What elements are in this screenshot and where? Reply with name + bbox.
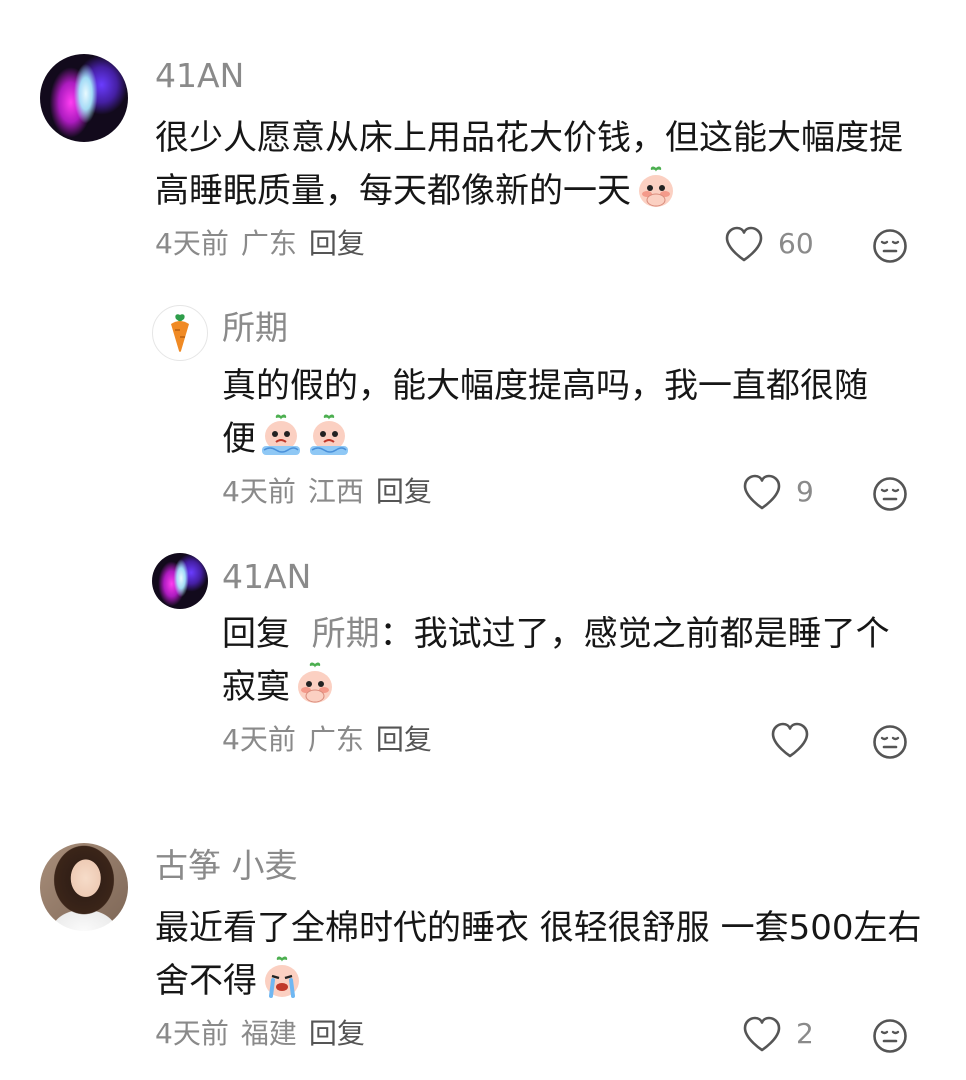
comment-location: 广东 xyxy=(240,227,297,260)
comment-text: 很少人愿意从床上用品花大价钱，但这能大幅度提高睡眠质量，每天都像新的一天 xyxy=(155,118,903,211)
comment-text: 真的假的，能大幅度提高吗，我一直都很随便 xyxy=(222,366,868,459)
heart-icon xyxy=(771,722,809,758)
dislike-icon[interactable] xyxy=(872,476,908,512)
dislike-icon[interactable] xyxy=(872,724,908,760)
reply-button[interactable]: 回复 xyxy=(376,723,432,756)
like-count: 2 xyxy=(796,1017,814,1050)
heart-icon xyxy=(743,474,781,510)
reply-prefix: 回复 xyxy=(222,614,290,654)
carrot-icon xyxy=(171,314,189,352)
peach-cry-emoji xyxy=(310,414,348,455)
peach-sob-emoji xyxy=(265,956,299,998)
user-avatar[interactable] xyxy=(40,843,128,931)
peach-cry-emoji xyxy=(262,414,300,455)
username[interactable]: 41AN xyxy=(222,557,311,597)
comment-time: 4天前 xyxy=(222,475,296,508)
comment-text: 回复 所期：我试过了，感觉之前都是睡了个寂寞 xyxy=(222,614,890,707)
mention-link[interactable]: 所期 xyxy=(312,614,380,654)
reply-button[interactable]: 回复 xyxy=(376,475,432,508)
reply-button[interactable]: 回复 xyxy=(309,227,365,260)
like-button[interactable]: 2 xyxy=(742,1014,814,1054)
heart-icon xyxy=(743,1016,781,1052)
comment-meta: 4天前 福建 回复 xyxy=(155,1016,377,1052)
comment-meta: 4天前 广东 回复 xyxy=(155,226,377,262)
reply-button[interactable]: 回复 xyxy=(309,1017,365,1050)
like-count: 9 xyxy=(796,475,814,508)
comment-location: 福建 xyxy=(240,1017,297,1050)
username[interactable]: 古筝 小麦 xyxy=(155,846,298,886)
heart-icon xyxy=(725,226,763,262)
username[interactable]: 41AN xyxy=(155,56,244,96)
comment-time: 4天前 xyxy=(155,227,229,260)
comment-time: 4天前 xyxy=(222,723,296,756)
comment-location: 江西 xyxy=(307,475,364,508)
user-avatar[interactable] xyxy=(152,553,208,609)
like-button[interactable]: 9 xyxy=(742,472,814,512)
comment-meta: 4天前 广东 回复 xyxy=(222,722,444,758)
like-count: 60 xyxy=(778,227,814,260)
comment-text: 最近看了全棉时代的睡衣 很轻很舒服 一套500左右 舍不得 xyxy=(155,908,922,1001)
user-avatar[interactable] xyxy=(152,305,208,361)
peach-shy-emoji xyxy=(639,166,673,207)
user-avatar[interactable] xyxy=(40,54,128,142)
like-button[interactable]: 60 xyxy=(724,224,814,264)
dislike-icon[interactable] xyxy=(872,1018,908,1054)
dislike-icon[interactable] xyxy=(872,228,908,264)
like-button[interactable] xyxy=(770,720,810,760)
comment-time: 4天前 xyxy=(155,1017,229,1050)
username[interactable]: 所期 xyxy=(222,308,288,348)
comment-location: 广东 xyxy=(307,723,364,756)
comment-meta: 4天前 江西 回复 xyxy=(222,474,444,510)
peach-shy-emoji xyxy=(298,662,332,703)
